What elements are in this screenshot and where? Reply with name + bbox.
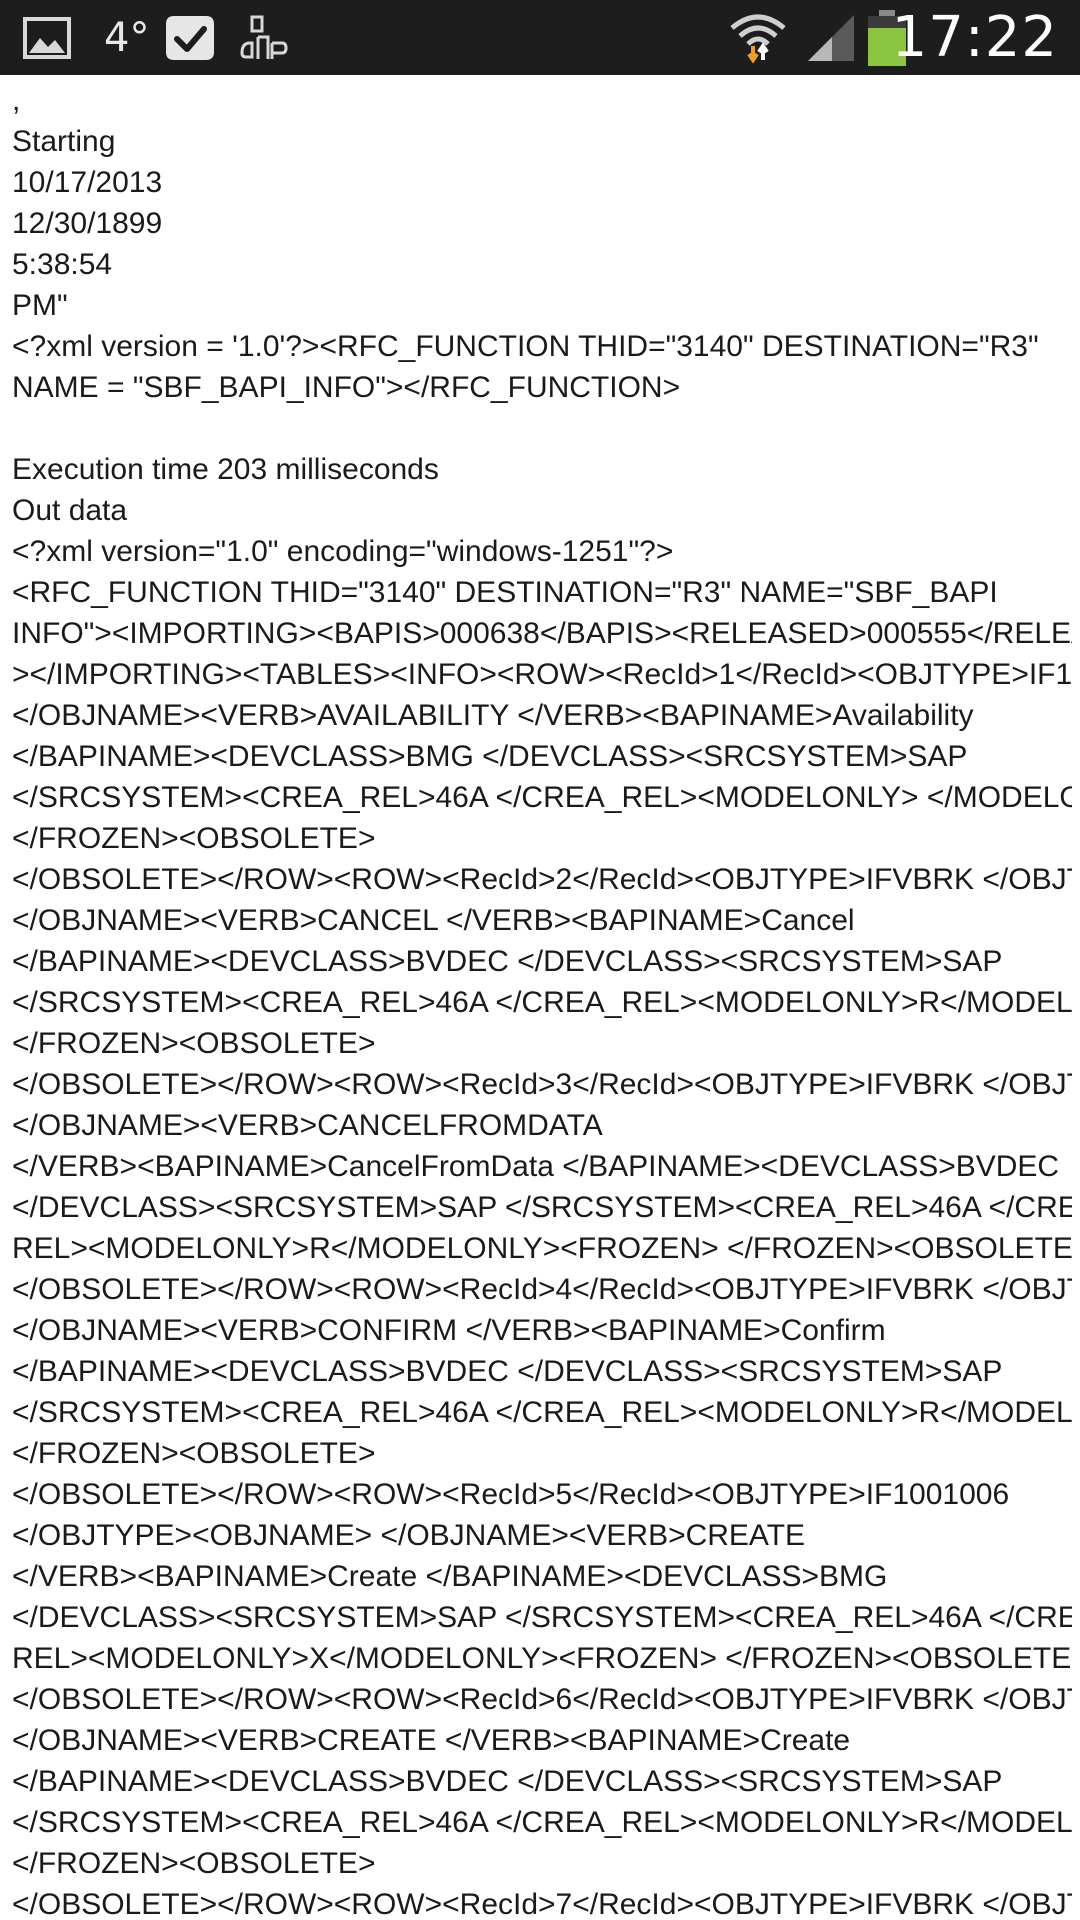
text-line: </BAPINAME><DEVCLASS>BVDEC </DEVCLASS><S… [12,1355,1003,1388]
text-line: Starting [12,125,116,158]
text-line: Execution time 203 milliseconds [12,453,439,486]
text-line: </SRCSYSTEM><CREA_REL>46A </CREA_REL><MO… [12,781,1072,814]
text-line: </FROZEN><OBSOLETE> [12,822,376,855]
document-text[interactable]: , Starting 10/17/2013 12/30/1899 5:38:54 PM" <… [12,80,1072,1920]
weather-icon: 4° [104,0,149,75]
text-line: </OBSOLETE></ROW><ROW><RecId>6</RecId><O… [12,1683,1072,1716]
text-line: 10/17/2013 [12,166,163,199]
text-line: </OBJTYPE><OBJNAME> </OBJNAME><VERB>CREA… [12,1519,806,1552]
status-bar: 4° 17:22 [0,0,1080,75]
temperature-label: 4° [104,14,150,61]
text-line: </OBSOLETE></ROW><ROW><RecId>2</RecId><O… [12,863,1072,896]
text-line: </SRCSYSTEM><CREA_REL>46A </CREA_REL><MO… [12,986,1072,1019]
text-line [12,408,1072,449]
text-line: </OBJNAME><VERB>CREATE </VERB><BAPINAME>… [12,1724,851,1757]
gallery-icon [22,0,72,75]
wifi-icon [728,0,788,75]
text-line: Out data [12,494,128,527]
text-line: </VERB><BAPINAME>Create </BAPINAME><DEVC… [12,1560,888,1593]
text-line: </OBJNAME><VERB>CANCEL </VERB><BAPINAME>… [12,904,855,937]
text-line: <?xml version="1.0" encoding="windows-12… [12,535,674,568]
text-line: </FROZEN><OBSOLETE> [12,1027,376,1060]
text-line: <RFC_FUNCTION THID="3140" DESTINATION="R… [12,576,998,609]
text-line: </OBJNAME><VERB>CANCELFROMDATA [12,1109,603,1142]
signal-icon [806,0,856,75]
text-line: </DEVCLASS><SRCSYSTEM>SAP </SRCSYSTEM><C… [12,1601,1072,1634]
text-line: </DEVCLASS><SRCSYSTEM>SAP </SRCSYSTEM><C… [12,1191,1072,1224]
text-line: </FROZEN><OBSOLETE> [12,1847,376,1880]
status-clock: 17:22 [891,5,1058,70]
text-line: </BAPINAME><DEVCLASS>BMG </DEVCLASS><SRC… [12,740,968,773]
text-line: </FROZEN><OBSOLETE> [12,1437,376,1470]
text-line: , [12,84,21,117]
text-line: </VERB><BAPINAME>CancelFromData </BAPINA… [12,1150,1060,1183]
text-line: </BAPINAME><DEVCLASS>BVDEC </DEVCLASS><S… [12,1765,1003,1798]
text-line: REL><MODELONLY>R</MODELONLY><FROZEN> </F… [12,1232,1072,1265]
text-line: </OBSOLETE></ROW><ROW><RecId>5</RecId><O… [12,1478,1010,1511]
text-line: <?xml version = '1.0'?><RFC_FUNCTION THI… [12,330,1039,363]
notification-icon [238,0,288,75]
text-line: </SRCSYSTEM><CREA_REL>46A </CREA_REL><MO… [12,1806,1072,1839]
text-line: </OBJNAME><VERB>CONFIRM </VERB><BAPINAME… [12,1314,886,1347]
text-line: </OBSOLETE></ROW><ROW><RecId>4</RecId><O… [12,1273,1072,1306]
text-line: </OBSOLETE></ROW><ROW><RecId>7</RecId><O… [12,1888,1072,1920]
text-line: PM" [12,289,68,322]
text-line: </OBJNAME><VERB>AVAILABILITY </VERB><BAP… [12,699,974,732]
text-line: 5:38:54 [12,248,113,281]
text-line: INFO"><IMPORTING><BAPIS>000638</BAPIS><R… [12,617,1072,650]
text-line: REL><MODELONLY>X</MODELONLY><FROZEN> </F… [12,1642,1072,1675]
text-line: </SRCSYSTEM><CREA_REL>46A </CREA_REL><MO… [12,1396,1072,1429]
text-line: </BAPINAME><DEVCLASS>BVDEC </DEVCLASS><S… [12,945,1003,978]
text-line: 12/30/1899 [12,207,163,240]
checkmark-app-icon [164,0,216,75]
text-line: </OBSOLETE></ROW><ROW><RecId>3</RecId><O… [12,1068,1072,1101]
text-line: NAME = "SBF_BAPI_INFO"></RFC_FUNCTION> [12,371,681,404]
text-line: ></IMPORTING><TABLES><INFO><ROW><RecId>1… [12,658,1072,691]
